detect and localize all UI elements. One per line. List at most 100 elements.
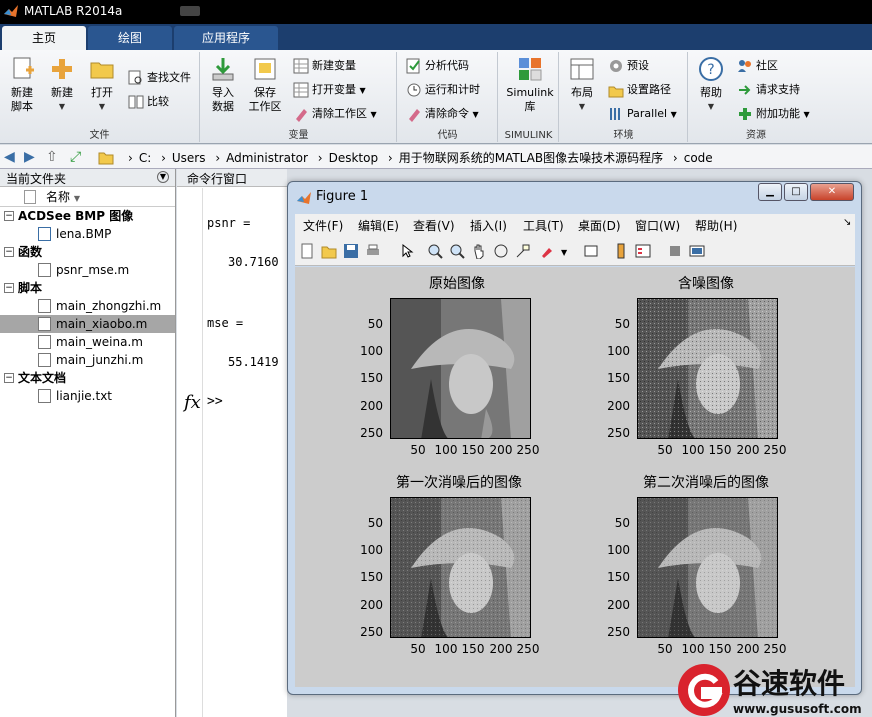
- save-workspace-button[interactable]: 保存 工作区: [245, 56, 285, 114]
- new-variable-button[interactable]: 新建变量: [293, 56, 356, 76]
- tab-plots[interactable]: 绘图: [88, 26, 172, 50]
- file-item-lena[interactable]: lena.BMP: [0, 225, 175, 243]
- breadcrumb-item[interactable]: Desktop: [329, 151, 379, 165]
- axes-image-denoised-2[interactable]: [637, 497, 778, 638]
- group-text-docs[interactable]: − 文本文档: [0, 369, 175, 387]
- preferences-button[interactable]: 预设: [608, 56, 649, 76]
- file-item-main-junzhi[interactable]: main_junzhi.m: [0, 351, 175, 369]
- group-bmp[interactable]: − ACDSee BMP 图像: [0, 207, 175, 225]
- y-tick-label: 200: [607, 399, 630, 413]
- browse-folder-icon[interactable]: ⤢: [70, 149, 81, 165]
- function-browser-icon[interactable]: fx: [184, 392, 201, 413]
- menu-overflow-icon[interactable]: ↘: [843, 217, 851, 228]
- help-button[interactable]: ? 帮助 ▼: [691, 56, 731, 114]
- minimize-button[interactable]: ▁: [758, 183, 782, 201]
- request-support-button[interactable]: 请求支持: [737, 80, 800, 100]
- rotate-3d-icon[interactable]: [493, 243, 509, 259]
- new-button[interactable]: 新建 ▼: [42, 56, 82, 114]
- name-column-header[interactable]: 名称 ▼: [0, 187, 175, 207]
- clear-workspace-button[interactable]: 清除工作区 ▼: [293, 104, 377, 124]
- new-script-button[interactable]: 新建 脚本: [2, 56, 42, 114]
- y-tick-label: 100: [607, 344, 630, 358]
- menu-view[interactable]: 查看(V): [413, 217, 455, 234]
- pan-hand-icon[interactable]: [471, 243, 487, 259]
- collapse-icon[interactable]: −: [4, 247, 14, 257]
- function-file-icon: [38, 263, 51, 277]
- breadcrumb-item[interactable]: Users: [172, 151, 206, 165]
- menu-window[interactable]: 窗口(W): [635, 217, 680, 234]
- forward-icon[interactable]: ▶: [24, 149, 35, 165]
- zoom-in-icon[interactable]: [427, 243, 443, 259]
- axes-image-original[interactable]: [390, 298, 531, 439]
- parallel-button[interactable]: Parallel ▼: [608, 104, 677, 124]
- open-file-icon[interactable]: [321, 243, 337, 259]
- compare-button[interactable]: 比较: [128, 92, 169, 112]
- menu-desktop[interactable]: 桌面(D): [578, 217, 621, 234]
- chevron-right-icon: ›: [387, 151, 393, 165]
- file-item-main-zhongzhi[interactable]: main_zhongzhi.m: [0, 297, 175, 315]
- back-icon[interactable]: ◀: [4, 149, 15, 165]
- community-button[interactable]: 社区: [737, 56, 778, 76]
- axes-image-denoised-1[interactable]: [390, 497, 531, 638]
- colorbar-icon[interactable]: [613, 243, 629, 259]
- current-folder-pane: 当前文件夹 ▼ 名称 ▼ − ACDSee BMP 图像 lena.BMP − 函数…: [0, 169, 176, 717]
- breadcrumb-item[interactable]: C:: [139, 151, 151, 165]
- addons-button[interactable]: 附加功能 ▼: [737, 104, 810, 124]
- tab-apps[interactable]: 应用程序: [174, 26, 278, 50]
- import-data-button[interactable]: 导入 数据: [203, 56, 243, 114]
- chevron-down-icon: ▼: [670, 110, 677, 119]
- file-group: 新建 脚本 新建 ▼ 打开 ▼ 查找文件 比较 文件: [0, 52, 200, 142]
- legend-icon[interactable]: [635, 243, 651, 259]
- hide-plot-tools-icon[interactable]: [667, 243, 683, 259]
- new-figure-icon[interactable]: [299, 243, 315, 259]
- file-item-psnr-mse[interactable]: psnr_mse.m: [0, 261, 175, 279]
- menu-insert[interactable]: 插入(I): [470, 217, 507, 234]
- collapse-icon[interactable]: −: [4, 283, 14, 293]
- pointer-icon[interactable]: [399, 243, 415, 259]
- analyze-code-button[interactable]: 分析代码: [406, 56, 469, 76]
- simulink-library-button[interactable]: Simulink 库: [505, 56, 555, 114]
- group-scripts[interactable]: − 脚本: [0, 279, 175, 297]
- breadcrumb-item[interactable]: 用于物联网系统的MATLAB图像去噪技术源码程序: [399, 151, 663, 165]
- menu-tools[interactable]: 工具(T): [523, 217, 564, 234]
- collapse-icon[interactable]: −: [4, 373, 14, 383]
- up-folder-icon[interactable]: ⇧: [46, 149, 58, 165]
- run-time-button[interactable]: 运行和计时: [406, 80, 480, 100]
- open-variable-button[interactable]: 打开变量 ▼: [293, 80, 366, 100]
- menu-help[interactable]: 帮助(H): [695, 217, 737, 234]
- menu-file[interactable]: 文件(F): [303, 217, 343, 234]
- layout-button[interactable]: 布局 ▼: [562, 56, 602, 114]
- file-item-main-xiaobo[interactable]: main_xiaobo.m: [0, 315, 175, 333]
- breadcrumb-item[interactable]: Administrator: [226, 151, 308, 165]
- link-plot-icon[interactable]: [583, 243, 599, 259]
- menu-edit[interactable]: 编辑(E): [358, 217, 399, 234]
- open-button[interactable]: 打开 ▼: [82, 56, 122, 114]
- chevron-down-icon[interactable]: ▼: [561, 248, 567, 257]
- command-prompt[interactable]: >>: [207, 394, 223, 409]
- brush-icon[interactable]: [539, 243, 555, 259]
- file-item-lianjie[interactable]: lianjie.txt: [0, 387, 175, 405]
- print-icon[interactable]: [365, 243, 381, 259]
- close-button[interactable]: ✕: [810, 183, 854, 201]
- command-window[interactable]: 命令行窗口: [177, 169, 287, 717]
- clear-commands-button[interactable]: 清除命令 ▼: [406, 104, 479, 124]
- maximize-button[interactable]: □: [784, 183, 808, 201]
- zoom-out-icon[interactable]: [449, 243, 465, 259]
- tab-home[interactable]: 主页: [2, 26, 86, 50]
- pane-menu-icon[interactable]: ▼: [157, 171, 169, 183]
- show-plot-tools-icon[interactable]: [689, 243, 705, 259]
- breadcrumb-item[interactable]: code: [684, 151, 713, 165]
- open-variable-label: 打开变量: [312, 83, 356, 96]
- axes-image-noisy[interactable]: [637, 298, 778, 439]
- y-tick-label: 150: [607, 570, 630, 584]
- collapse-icon[interactable]: −: [4, 211, 14, 221]
- variable-group-label: 变量: [288, 130, 309, 141]
- set-path-button[interactable]: 设置路径: [608, 80, 671, 100]
- file-item-main-weina[interactable]: main_weina.m: [0, 333, 175, 351]
- save-icon[interactable]: [343, 243, 359, 259]
- quick-access-button[interactable]: [180, 6, 200, 16]
- group-functions[interactable]: − 函数: [0, 243, 175, 261]
- find-files-button[interactable]: 查找文件: [128, 68, 191, 88]
- set-path-icon: [608, 86, 624, 98]
- data-cursor-icon[interactable]: [515, 243, 531, 259]
